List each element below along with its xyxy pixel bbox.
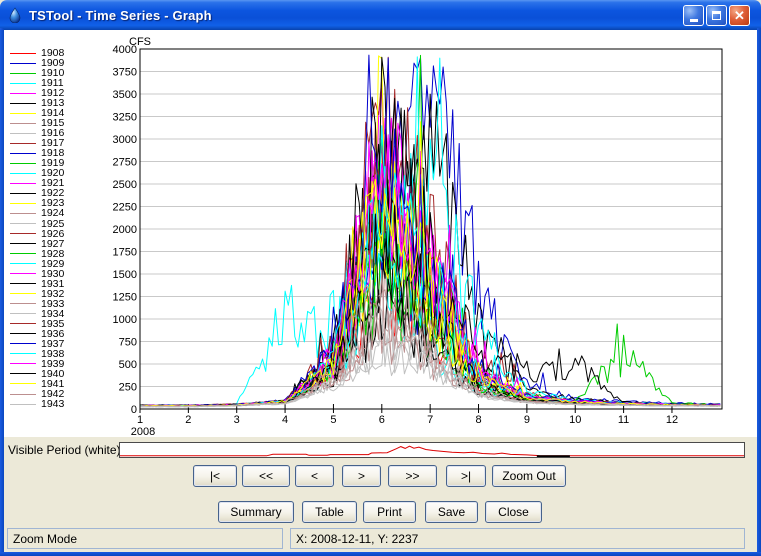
x-tick-label: 8 bbox=[475, 414, 481, 426]
x-tick-label: 7 bbox=[427, 414, 433, 426]
x-axis-year-label: 2008 bbox=[131, 426, 155, 437]
status-coords-field: X: 2008-12-11, Y: 2237 bbox=[290, 528, 745, 549]
visible-period-label: Visible Period (white): bbox=[8, 443, 124, 457]
y-tick-label: 2250 bbox=[113, 202, 137, 214]
close-x-icon: ✕ bbox=[734, 8, 745, 23]
window-border-right bbox=[757, 28, 761, 556]
x-tick-label: 6 bbox=[379, 414, 385, 426]
y-tick-label: 3250 bbox=[113, 112, 137, 124]
zoom-out-button[interactable]: Zoom Out bbox=[492, 465, 566, 487]
print-button[interactable]: Print bbox=[363, 501, 416, 523]
y-tick-label: 3500 bbox=[113, 89, 137, 101]
step-forward-button[interactable]: > bbox=[342, 465, 381, 487]
y-tick-label: 250 bbox=[119, 382, 137, 394]
minimize-button[interactable] bbox=[683, 5, 704, 26]
y-tick-label: 500 bbox=[119, 359, 137, 371]
y-tick-label: 750 bbox=[119, 337, 137, 349]
close-button[interactable]: Close bbox=[485, 501, 542, 523]
summary-button[interactable]: Summary bbox=[218, 501, 294, 523]
x-tick-label: 12 bbox=[666, 414, 678, 426]
x-tick-label: 5 bbox=[330, 414, 336, 426]
x-tick-label: 10 bbox=[569, 414, 581, 426]
y-tick-label: 2750 bbox=[113, 157, 137, 169]
maximize-button[interactable] bbox=[706, 5, 727, 26]
y-tick-label: 4000 bbox=[113, 44, 137, 56]
window-title: TSTool - Time Series - Graph bbox=[29, 7, 212, 23]
page-forward-button[interactable]: >> bbox=[388, 465, 437, 487]
x-tick-label: 3 bbox=[234, 414, 240, 426]
save-button[interactable]: Save bbox=[425, 501, 478, 523]
time-series-plot[interactable]: CFS0250500750100012501500175020002250250… bbox=[4, 30, 757, 437]
go-last-button[interactable]: >| bbox=[446, 465, 486, 487]
y-tick-label: 1750 bbox=[113, 247, 137, 259]
y-tick-label: 1000 bbox=[113, 314, 137, 326]
water-drop-icon bbox=[9, 7, 21, 23]
y-tick-label: 2000 bbox=[113, 224, 137, 236]
step-back-button[interactable]: < bbox=[295, 465, 334, 487]
visible-period-overview[interactable] bbox=[119, 442, 745, 458]
table-button[interactable]: Table bbox=[302, 501, 357, 523]
status-mode-field: Zoom Mode bbox=[7, 528, 283, 549]
x-tick-label: 2 bbox=[185, 414, 191, 426]
minimize-icon bbox=[689, 18, 698, 22]
y-tick-label: 1500 bbox=[113, 269, 137, 281]
x-tick-label: 9 bbox=[524, 414, 530, 426]
go-first-button[interactable]: |< bbox=[193, 465, 237, 487]
x-tick-label: 11 bbox=[618, 414, 629, 426]
y-tick-label: 1250 bbox=[113, 292, 137, 304]
graph-canvas: 1908 1909 1910 1911 1912 1913 1914 1915 1916 1917… bbox=[4, 30, 757, 437]
overview-flow-line bbox=[120, 445, 744, 457]
tstool-graph-window: TSTool - Time Series - Graph ✕ 1908 1909 1… bbox=[0, 0, 761, 556]
y-tick-label: 3000 bbox=[113, 134, 137, 146]
x-tick-label: 4 bbox=[282, 414, 288, 426]
x-tick-label: 1 bbox=[137, 414, 143, 426]
close-window-button[interactable]: ✕ bbox=[729, 5, 750, 26]
y-tick-label: 2500 bbox=[113, 179, 137, 191]
window-border-bottom bbox=[0, 552, 761, 556]
window-title-bar[interactable]: TSTool - Time Series - Graph ✕ bbox=[0, 0, 761, 30]
page-back-button[interactable]: << bbox=[242, 465, 290, 487]
y-tick-label: 3750 bbox=[113, 67, 137, 79]
maximize-icon bbox=[712, 11, 721, 20]
